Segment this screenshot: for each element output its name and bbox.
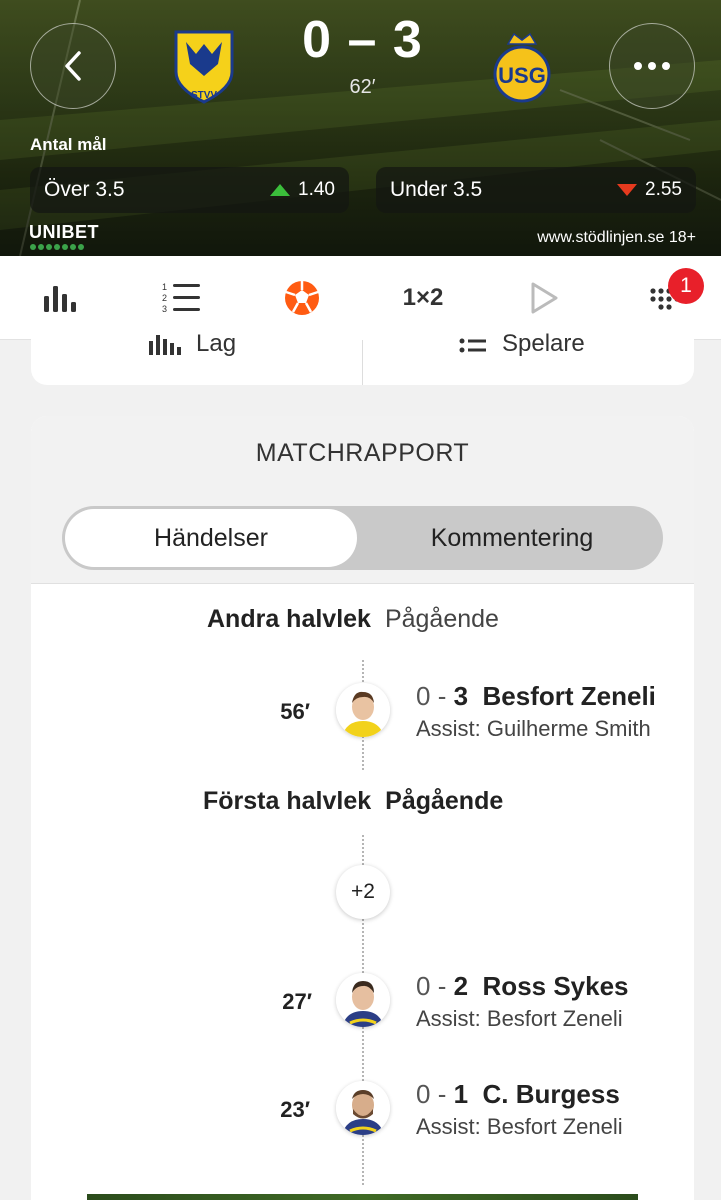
ellipsis-icon: [634, 62, 670, 70]
event-score-sep: -: [437, 1079, 447, 1109]
odds-over-value: 1.40: [298, 179, 335, 200]
play-icon: [531, 282, 558, 314]
event-goal: 0 - 2 Ross Sykes: [416, 971, 629, 1002]
segment-wrapper: Händelser Kommentering: [31, 490, 694, 584]
odds-up-arrow-icon: [270, 184, 291, 196]
odds-under-label: Under 3.5: [390, 178, 483, 201]
player-avatar: [336, 973, 390, 1027]
player-list-icon: [459, 338, 486, 353]
event-goal: 0 - 3 Besfort Zeneli: [416, 681, 656, 712]
event-score-home: 0: [416, 1079, 431, 1109]
segment-events[interactable]: Händelser: [65, 509, 357, 567]
notification-badge: 1: [668, 268, 704, 304]
event-minute: 23′: [280, 1097, 310, 1122]
period-status: Pågående: [384, 605, 499, 633]
segment-commentary[interactable]: Kommentering: [362, 506, 662, 570]
period-status: Pågående: [385, 787, 504, 815]
event-goal: 0 - 1 C. Burgess: [416, 1079, 620, 1110]
away-team-logo: USG: [488, 30, 556, 104]
video-preview[interactable]: [87, 1194, 638, 1200]
responsible-gaming-link[interactable]: www.stödlinjen.se 18+: [537, 229, 696, 247]
match-score: 0 – 3: [302, 11, 423, 69]
standings-list-icon: 1 2 3: [162, 282, 200, 314]
event-score-home: 0: [416, 681, 431, 711]
event-minute: 27′: [282, 989, 312, 1014]
back-button[interactable]: [30, 23, 116, 109]
segmented-control: Händelser Kommentering: [62, 506, 663, 570]
event-assist: Assist: Besfort Zeneli: [416, 1006, 623, 1031]
market-title: Antal mål: [30, 135, 107, 154]
odds-1x2-icon: 1×2: [402, 284, 444, 311]
event-score-sep: -: [437, 971, 447, 1001]
bar-chart-icon: [149, 335, 181, 355]
filter-team-label: Lag: [196, 330, 237, 357]
odds-under-value: 2.55: [645, 179, 682, 200]
match-minute: 62′: [349, 76, 376, 98]
home-team-name: STVV: [191, 90, 217, 101]
odds-over-button[interactable]: Över 3.5 1.40: [30, 167, 349, 213]
unibet-logo: UNIBET: [29, 222, 99, 242]
home-team-logo: STVV: [172, 28, 236, 106]
football-icon: [285, 281, 319, 315]
odds-under-button[interactable]: Under 3.5 2.55: [376, 167, 696, 213]
event-player: Besfort Zeneli: [482, 681, 656, 711]
match-header: STVV 0 – 3 62′ USG Antal mål Över 3.5 1.…: [0, 0, 721, 256]
odds-over-label: Över 3.5: [44, 178, 125, 201]
event-score-sep: -: [437, 681, 447, 711]
event-score-away: 2: [453, 971, 469, 1001]
filter-team-button[interactable]: Lag: [148, 330, 236, 358]
more-options-button[interactable]: [609, 23, 695, 109]
report-title: MATCHRAPPORT: [31, 416, 694, 490]
svg-text:1: 1: [162, 282, 167, 292]
filter-divider: [362, 340, 363, 385]
svg-text:2: 2: [162, 293, 167, 303]
event-minute: 56′: [280, 699, 310, 724]
unibet-dots-icon: [30, 244, 84, 250]
event-player: Ross Sykes: [482, 971, 629, 1001]
odds-down-arrow-icon: [617, 184, 638, 196]
event-score-home: 0: [416, 971, 431, 1001]
event-player: C. Burgess: [482, 1079, 620, 1109]
stats-bars-icon: [44, 286, 76, 312]
player-avatar: [336, 1081, 390, 1135]
period-name: Andra halvlek: [207, 605, 371, 633]
svg-text:3: 3: [162, 304, 167, 314]
period-header: Första halvlek Pågående: [203, 787, 503, 816]
event-assist: Assist: Guilherme Smith: [416, 716, 651, 741]
player-avatar: [336, 683, 390, 737]
event-assist: Assist: Besfort Zeneli: [416, 1114, 623, 1139]
period-header: Andra halvlek Pågående: [207, 605, 499, 634]
period-name: Första halvlek: [203, 787, 372, 815]
expand-events-button[interactable]: +2: [336, 865, 390, 919]
away-team-name: USG: [498, 63, 546, 88]
event-score-away: 3: [453, 681, 469, 711]
chevron-left-icon: [65, 51, 81, 81]
event-score-away: 1: [453, 1079, 469, 1109]
filter-player-button[interactable]: Spelare: [458, 330, 585, 358]
filter-player-label: Spelare: [502, 330, 585, 357]
